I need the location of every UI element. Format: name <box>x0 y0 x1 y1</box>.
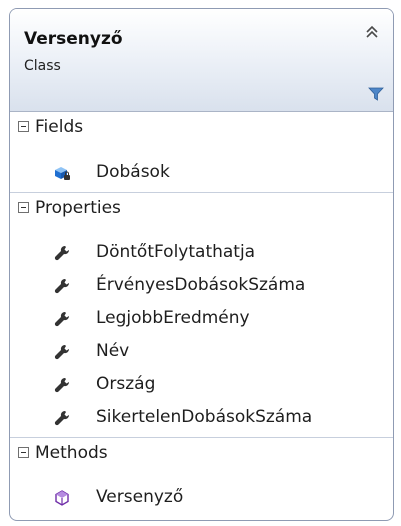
section-fields[interactable]: Fields <box>10 112 393 146</box>
collapse-toggle-icon[interactable] <box>18 447 29 458</box>
section-label: Properties <box>35 198 121 218</box>
collapse-button[interactable] <box>361 21 383 43</box>
wrench-icon <box>54 377 70 393</box>
collapse-toggle-icon[interactable] <box>18 202 29 213</box>
class-header[interactable]: Versenyző Class <box>10 9 393 112</box>
class-title: Versenyző <box>24 29 123 49</box>
member-item[interactable]: Versenyző <box>10 480 393 514</box>
member-item[interactable]: DöntőtFolytathatja <box>10 235 393 269</box>
member-item[interactable]: Ország <box>10 367 393 401</box>
wrench-icon <box>54 278 70 294</box>
member-item[interactable]: ÉrvényesDobásokSzáma <box>10 268 393 302</box>
member-label: Ország <box>96 374 156 394</box>
member-item[interactable]: Név <box>10 334 393 368</box>
member-label: ÉrvényesDobásokSzáma <box>96 275 306 295</box>
member-label: Versenyző <box>96 487 184 507</box>
member-item[interactable]: SikertelenDobásokSzáma <box>10 400 393 434</box>
method-icon <box>55 490 69 506</box>
section-label: Fields <box>35 117 84 137</box>
section-properties[interactable]: Properties <box>10 193 393 227</box>
double-chevron-up-icon <box>366 25 378 38</box>
section-label: Methods <box>35 443 108 463</box>
member-item[interactable]: LegjobbEredmény <box>10 301 393 335</box>
class-shape[interactable]: Versenyző Class Fields Dobások Propertie… <box>9 8 394 521</box>
filter-button[interactable] <box>368 86 384 102</box>
collapse-toggle-icon[interactable] <box>18 121 29 132</box>
class-kind: Class <box>24 58 61 74</box>
member-label: Dobások <box>96 162 170 182</box>
filter-icon <box>368 87 384 101</box>
wrench-icon <box>54 245 70 261</box>
field-icon <box>55 167 70 180</box>
member-label: DöntőtFolytathatja <box>96 242 256 262</box>
member-label: SikertelenDobásokSzáma <box>96 407 313 427</box>
member-item[interactable]: Dobások <box>10 155 393 189</box>
wrench-icon <box>54 311 70 327</box>
member-label: Név <box>96 341 130 361</box>
member-label: LegjobbEredmény <box>96 308 250 328</box>
section-methods[interactable]: Methods <box>10 438 393 472</box>
wrench-icon <box>54 344 70 360</box>
wrench-icon <box>54 410 70 426</box>
